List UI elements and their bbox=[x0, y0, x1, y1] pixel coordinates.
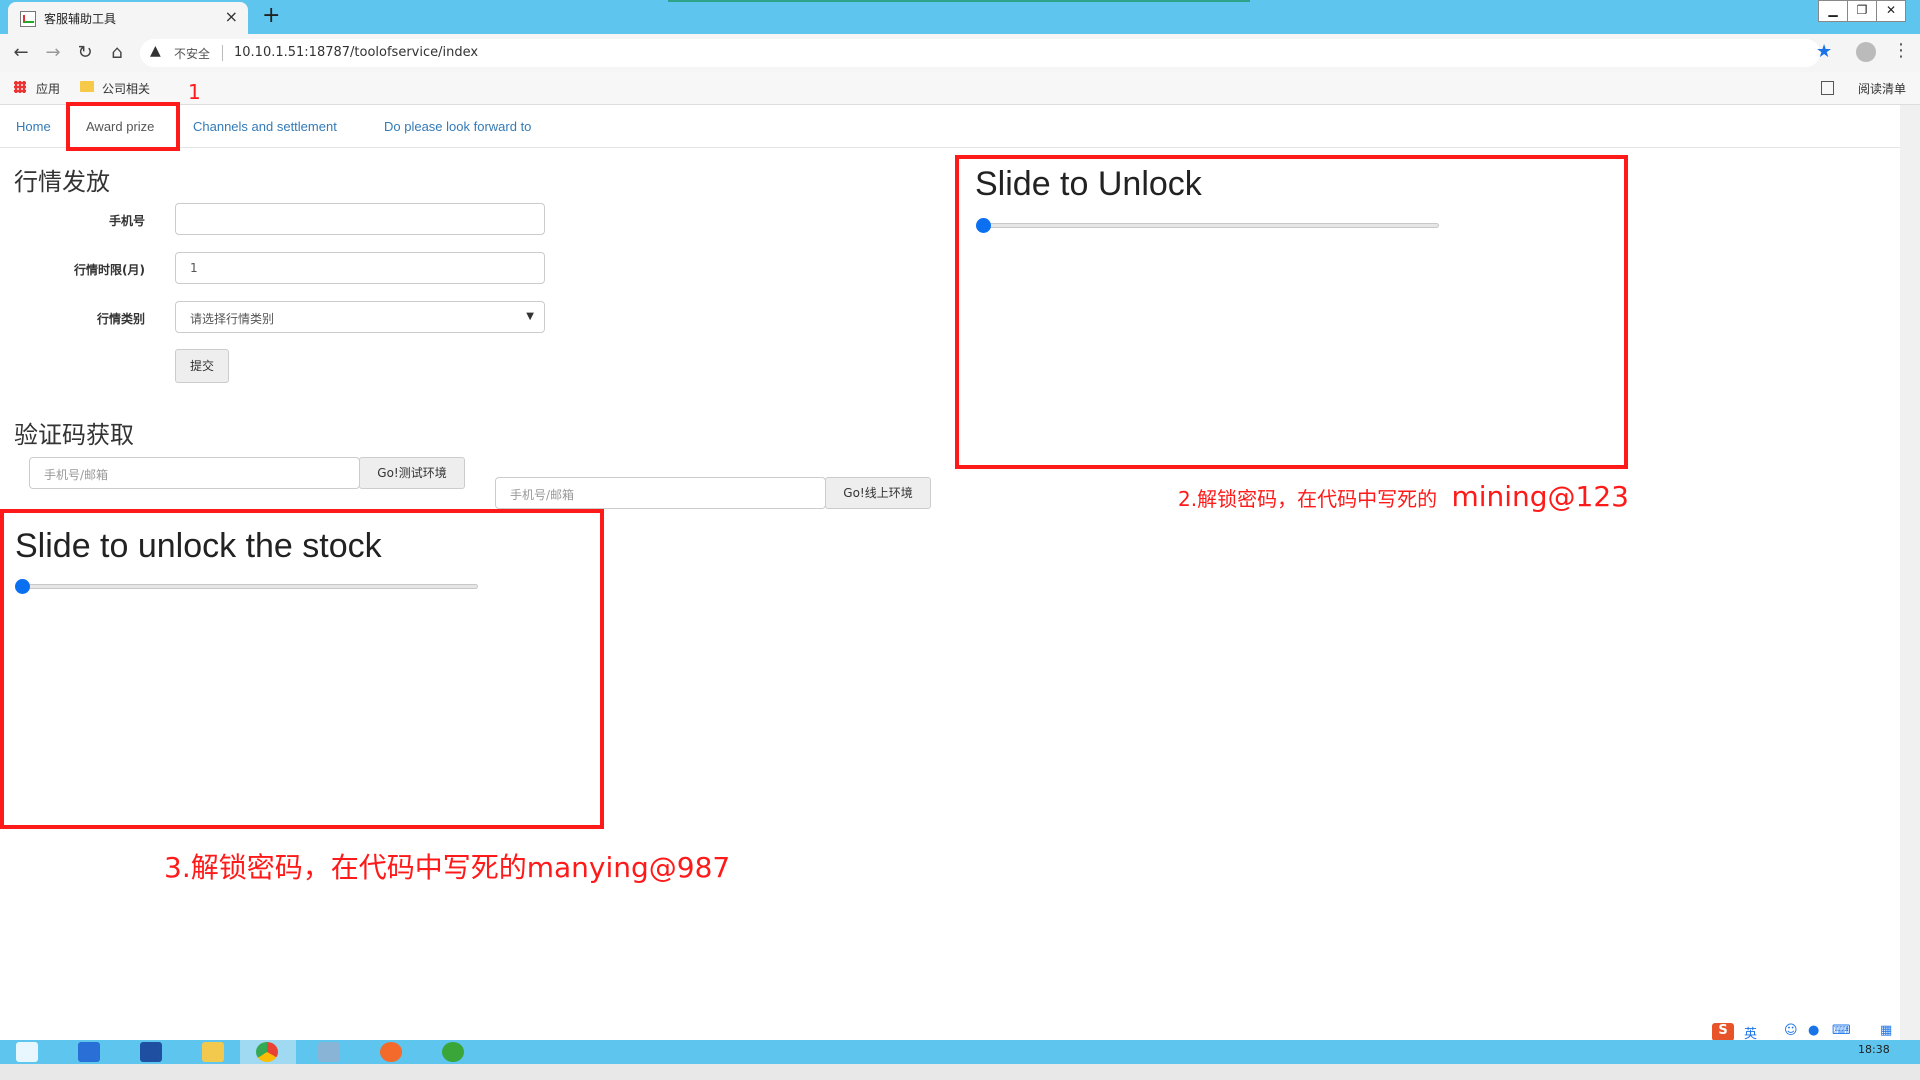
phone-input[interactable] bbox=[175, 203, 545, 235]
microphone-icon[interactable]: ● bbox=[1808, 1023, 1819, 1041]
type-label: 行情类别 bbox=[96, 312, 145, 326]
browser-tab-bar: 客服辅助工具 × + ▁ ❐ ✕ bbox=[0, 0, 1920, 34]
reload-icon[interactable]: ↻ bbox=[74, 42, 96, 63]
hs-app-icon bbox=[442, 1042, 464, 1062]
horizontal-scrollbar[interactable] bbox=[0, 1064, 1920, 1080]
tab-title: 客服辅助工具 bbox=[44, 12, 117, 26]
taskbar-chrome[interactable] bbox=[240, 1040, 296, 1064]
notepad-icon bbox=[318, 1042, 340, 1062]
back-icon[interactable]: ← bbox=[10, 42, 32, 63]
test-contact-input[interactable]: 手机号/邮箱 bbox=[29, 457, 360, 489]
keyboard-icon[interactable]: ⌨ bbox=[1832, 1023, 1851, 1041]
close-window-button[interactable]: ✕ bbox=[1876, 0, 1906, 22]
bookmarks-bar: 应用 公司相关 阅读清单 bbox=[0, 72, 1920, 105]
annotation-box-stock bbox=[0, 509, 604, 829]
prod-contact-placeholder: 手机号/邮箱 bbox=[510, 488, 575, 502]
annotation-2: 2.解锁密码，在代码中写死的 mining@123 bbox=[1178, 480, 1629, 513]
type-select-value: 请选择行情类别 bbox=[190, 312, 275, 326]
months-label: 行情时限(月) bbox=[74, 263, 145, 277]
bookmark-star-icon[interactable]: ★ bbox=[1816, 41, 1832, 62]
nav-home[interactable]: Home bbox=[16, 119, 51, 134]
taskbar-clock: 18:38 bbox=[1858, 1043, 1890, 1056]
tab-close-icon[interactable]: × bbox=[225, 7, 238, 26]
code-section-title: 验证码获取 bbox=[14, 421, 134, 449]
vertical-scrollbar[interactable] bbox=[1900, 105, 1920, 1040]
phone-label: 手机号 bbox=[108, 214, 145, 228]
grid-menu-icon[interactable]: ▦ bbox=[1880, 1023, 1892, 1041]
powershell-icon bbox=[140, 1042, 162, 1062]
nav-look-forward[interactable]: Do please look forward to bbox=[384, 119, 531, 134]
file-explorer-icon bbox=[202, 1042, 224, 1062]
taskbar-hs-app[interactable] bbox=[426, 1040, 482, 1064]
annotation-2-code: mining@123 bbox=[1451, 480, 1629, 513]
chrome-icon bbox=[256, 1042, 278, 1062]
type-select[interactable]: 请选择行情类别 ▼ bbox=[175, 301, 545, 333]
windows-taskbar bbox=[0, 1040, 1920, 1064]
months-input[interactable]: 1 bbox=[175, 252, 545, 284]
go-prod-button[interactable]: Go!线上环境 bbox=[825, 477, 931, 509]
taskbar-explorer[interactable] bbox=[186, 1040, 242, 1064]
tab-accent-line bbox=[668, 0, 1250, 2]
orange-app-icon bbox=[380, 1042, 402, 1062]
server-manager-icon bbox=[78, 1042, 100, 1062]
sogou-ime-icon[interactable]: S bbox=[1712, 1023, 1734, 1041]
profile-avatar-icon[interactable] bbox=[1856, 42, 1876, 62]
annotation-2-text: 2.解锁密码，在代码中写死的 bbox=[1178, 487, 1438, 511]
bookmark-company[interactable]: 公司相关 bbox=[102, 80, 150, 97]
forward-icon[interactable]: → bbox=[42, 42, 64, 63]
market-form-title: 行情发放 bbox=[14, 168, 110, 196]
nav-channels-settlement[interactable]: Channels and settlement bbox=[193, 119, 337, 134]
folder-icon bbox=[80, 81, 94, 92]
bookmark-apps[interactable]: 应用 bbox=[36, 80, 60, 97]
annotation-box-award bbox=[66, 102, 180, 151]
annotation-box-unlock bbox=[955, 155, 1628, 469]
new-tab-button[interactable]: + bbox=[262, 3, 280, 28]
warning-icon: ▲ bbox=[150, 43, 161, 59]
taskbar-app-orange[interactable] bbox=[364, 1040, 420, 1064]
taskbar-server-manager[interactable] bbox=[62, 1040, 118, 1064]
windows-logo-icon bbox=[16, 1042, 38, 1062]
test-contact-placeholder: 手机号/邮箱 bbox=[44, 468, 109, 482]
page-content: Home Award prize Channels and settlement… bbox=[0, 80, 1900, 1040]
insecure-label: 不安全 bbox=[174, 47, 211, 61]
menu-kebab-icon[interactable]: ⋮ bbox=[1892, 40, 1910, 61]
site-navbar: Home Award prize Channels and settlement… bbox=[0, 105, 1900, 148]
restore-button[interactable]: ❐ bbox=[1847, 0, 1877, 22]
submit-button[interactable]: 提交 bbox=[175, 349, 229, 383]
site-favicon-icon bbox=[20, 11, 36, 27]
prod-contact-input[interactable]: 手机号/邮箱 bbox=[495, 477, 826, 509]
address-bar[interactable]: ▲ 不安全 10.10.1.51:18787/toolofservice/ind… bbox=[140, 39, 1820, 67]
home-icon[interactable]: ⌂ bbox=[106, 42, 128, 63]
taskbar-notepad[interactable] bbox=[302, 1040, 358, 1064]
reading-list-icon bbox=[1821, 81, 1834, 95]
minimize-button[interactable]: ▁ bbox=[1818, 0, 1848, 22]
start-button[interactable] bbox=[0, 1040, 56, 1064]
ime-language[interactable]: 英 bbox=[1744, 1023, 1757, 1042]
smiley-icon[interactable]: ☺ bbox=[1784, 1023, 1798, 1041]
reading-list-link[interactable]: 阅读清单 bbox=[1858, 80, 1906, 97]
annotation-1: 1 bbox=[188, 80, 201, 104]
browser-tab[interactable]: 客服辅助工具 × bbox=[8, 2, 248, 34]
url-text[interactable]: 10.10.1.51:18787/toolofservice/index bbox=[234, 45, 478, 60]
annotation-3: 3.解锁密码，在代码中写死的manying@987 bbox=[164, 851, 731, 884]
taskbar-powershell[interactable] bbox=[124, 1040, 180, 1064]
browser-toolbar: ← → ↻ ⌂ ▲ 不安全 10.10.1.51:18787/toolofser… bbox=[0, 34, 1920, 72]
divider bbox=[222, 45, 223, 61]
chevron-down-icon: ▼ bbox=[526, 311, 534, 322]
apps-grid-icon[interactable] bbox=[14, 81, 26, 93]
go-test-button[interactable]: Go!测试环境 bbox=[359, 457, 465, 489]
